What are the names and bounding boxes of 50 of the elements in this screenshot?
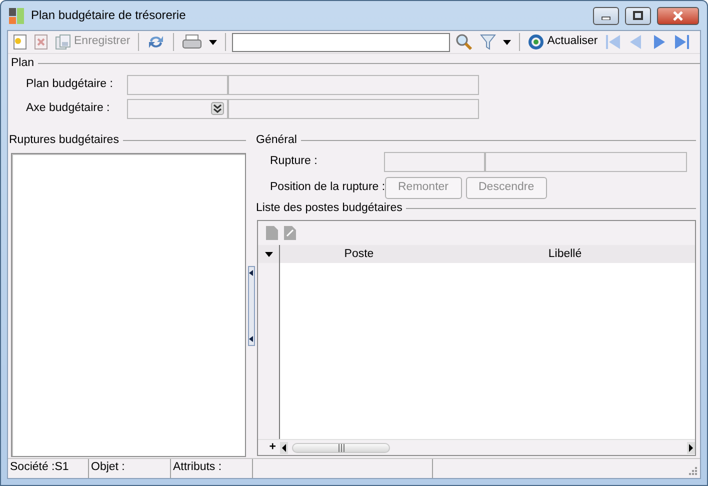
- new-button[interactable]: [11, 32, 29, 52]
- caret-icon: [503, 40, 512, 44]
- splitter-handle[interactable]: [248, 266, 254, 346]
- new-document-icon: [13, 34, 27, 50]
- delete-icon: [34, 34, 48, 50]
- scroll-thumb[interactable]: [292, 442, 390, 452]
- field-label: Position de la rupture :: [269, 180, 385, 194]
- refresh-button[interactable]: Actualiser: [526, 32, 600, 52]
- printer-icon: [182, 34, 202, 50]
- description-field[interactable]: [228, 74, 479, 95]
- window-title: Plan budgétaire de trésorerie: [31, 8, 187, 23]
- group-title: Liste des postes budgétaires: [256, 202, 402, 216]
- grip-icon: [338, 444, 344, 452]
- group-title: Général: [256, 134, 297, 148]
- scroll-right-icon[interactable]: [687, 442, 695, 454]
- add-row-button[interactable]: +: [258, 440, 280, 454]
- filter-icon: [480, 34, 496, 50]
- close-button[interactable]: [657, 6, 699, 24]
- sync-icon: [147, 34, 166, 50]
- save-icon: [55, 34, 71, 50]
- left-arrow-icon: [249, 336, 253, 342]
- status-text: Attributs :: [171, 459, 253, 478]
- refresh-icon: [528, 34, 544, 50]
- status-text: Société :S1: [8, 459, 89, 478]
- edit-row-icon[interactable]: [284, 226, 296, 240]
- app-icon: [9, 8, 25, 24]
- column-header[interactable]: Libellé: [438, 245, 692, 264]
- last-icon: [674, 34, 690, 50]
- search-field[interactable]: [232, 32, 450, 52]
- description-field[interactable]: [228, 98, 479, 119]
- first-icon: [604, 34, 621, 50]
- caret-icon[interactable]: [264, 252, 272, 257]
- status-text: Objet :: [89, 459, 171, 478]
- maximize-button[interactable]: [625, 6, 651, 24]
- caret-icon: [209, 40, 218, 44]
- field-label: Rupture :: [269, 154, 318, 168]
- group-title: Ruptures budgétaires: [9, 134, 119, 148]
- field-label: Axe budgétaire :: [25, 102, 111, 116]
- column-header[interactable]: Poste: [280, 245, 438, 264]
- close-icon: [672, 10, 684, 20]
- resize-grip-icon: [687, 465, 697, 475]
- maximize-icon: [633, 11, 643, 20]
- search-icon: [455, 33, 474, 51]
- scroll-left-icon[interactable]: [280, 442, 288, 454]
- previous-icon: [628, 34, 644, 50]
- left-arrow-icon: [249, 270, 253, 276]
- minimize-button[interactable]: [593, 6, 619, 24]
- new-row-icon[interactable]: [266, 226, 278, 240]
- group-title: Plan: [11, 57, 34, 71]
- field-label: Plan budgétaire :: [25, 78, 114, 92]
